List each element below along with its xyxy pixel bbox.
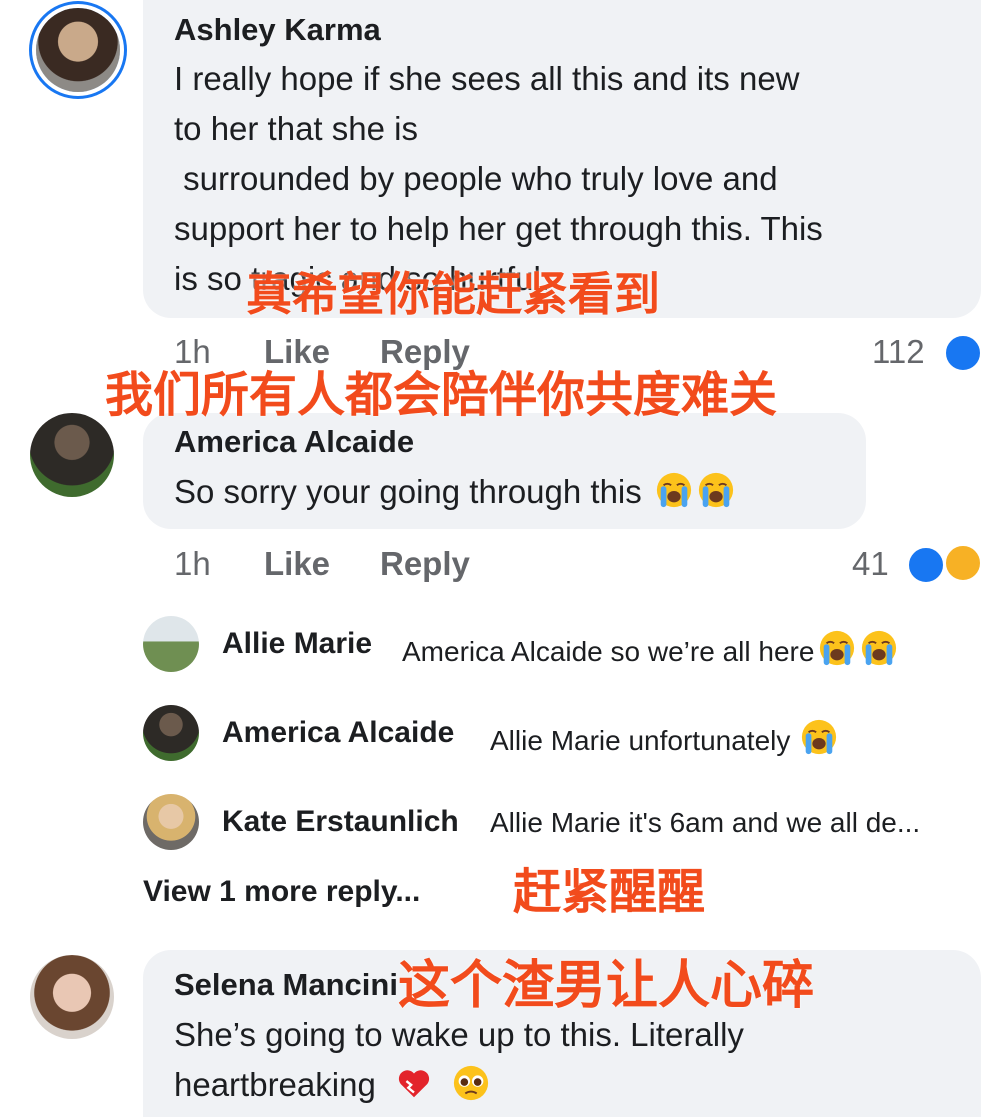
reply-text: Allie Marie unfortunately — [490, 718, 838, 757]
reply-author[interactable]: America Alcaide — [222, 716, 454, 750]
crying-emoji-icon — [697, 471, 735, 509]
avatar[interactable] — [30, 955, 114, 1039]
comment-text: So sorry your going through this — [174, 467, 735, 517]
heart-emoji-icon — [395, 1064, 433, 1102]
crying-emoji-icon — [800, 718, 838, 756]
like-button[interactable]: Like — [264, 545, 330, 583]
reply-text: Allie Marie it's 6am and we all de... — [490, 807, 921, 838]
like-reaction-icon — [943, 333, 981, 373]
avatar[interactable] — [143, 616, 199, 672]
reaction-count[interactable]: 41 — [852, 545, 889, 583]
avatar[interactable] — [143, 705, 199, 761]
reaction-count[interactable]: 112 — [872, 333, 925, 371]
overlay-caption: 真希望你能赶紧看到 — [246, 267, 660, 321]
like-reaction-icon — [906, 545, 946, 585]
crying-emoji-icon — [818, 629, 856, 667]
pleading-face-emoji-icon — [452, 1064, 490, 1102]
care-reaction-icon — [943, 543, 981, 583]
crying-emoji-icon — [655, 471, 693, 509]
reply-author[interactable]: Kate Erstaunlich — [222, 805, 459, 839]
comment-text-line: surrounded by people who truly love and — [174, 160, 778, 197]
avatar[interactable] — [143, 794, 199, 850]
comment-text-line: to her that she is — [174, 110, 418, 147]
comment-text-line: I really hope if she sees all this and i… — [174, 60, 800, 97]
crying-emoji-icon — [860, 629, 898, 667]
comment-author[interactable]: Ashley Karma — [174, 12, 381, 48]
overlay-caption: 赶紧醒醒 — [513, 864, 706, 920]
reply-text-body: America Alcaide so we’re all here — [402, 636, 815, 667]
reply-text: America Alcaide so we’re all here — [402, 629, 898, 668]
comment-text-body: heartbreaking — [174, 1066, 376, 1103]
reply-text-body: Allie Marie unfortunately — [490, 725, 791, 756]
reply-button[interactable]: Reply — [380, 545, 470, 583]
overlay-caption: 我们所有人都会陪伴你共度难关 — [105, 367, 778, 423]
avatar[interactable] — [36, 8, 120, 92]
comment-author[interactable]: America Alcaide — [174, 424, 414, 460]
comment-text-body: So sorry your going through this — [174, 473, 642, 510]
comment-text-line: heartbreaking — [174, 1060, 490, 1110]
comment-author[interactable]: Selena Mancini — [174, 967, 398, 1003]
comment-time: 1h — [174, 545, 211, 582]
view-more-replies-link[interactable]: View 1 more reply... — [143, 875, 420, 909]
overlay-caption: 这个渣男让人心碎 — [398, 956, 815, 1016]
comment-text-line: support her to help her get through this… — [174, 210, 823, 247]
avatar[interactable] — [30, 413, 114, 497]
reply-author[interactable]: Allie Marie — [222, 627, 372, 661]
